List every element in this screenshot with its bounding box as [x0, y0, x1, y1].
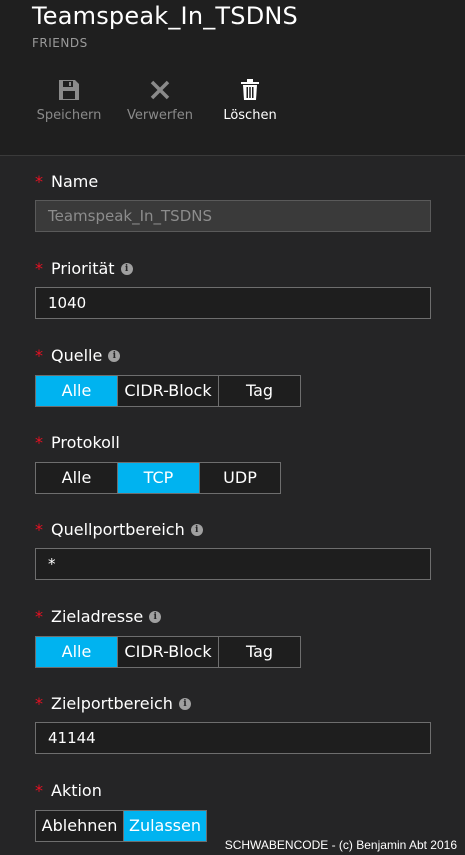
source-label: * Quelle i	[35, 346, 121, 365]
destination-label: * Zieladresse i	[35, 607, 162, 626]
required-marker: *	[35, 607, 43, 626]
delete-label: Löschen	[223, 108, 277, 123]
protocol-label: * Protokoll	[35, 433, 120, 452]
destination-option-all[interactable]: Alle	[36, 637, 118, 667]
source-port-range-label: * Quellportbereich i	[35, 520, 203, 539]
priority-label: * Priorität i	[35, 259, 133, 278]
protocol-option-tcp[interactable]: TCP	[118, 463, 200, 493]
priority-field[interactable]: 1040	[35, 287, 431, 319]
info-icon[interactable]: i	[190, 523, 203, 536]
destination-option-tag[interactable]: Tag	[219, 637, 300, 667]
protocol-label-text: Protokoll	[51, 433, 120, 452]
name-label: * Name	[35, 172, 98, 191]
info-icon[interactable]: i	[108, 349, 121, 362]
discard-label: Verwerfen	[126, 108, 193, 123]
blade-header: Teamspeak_In_TSDNS FRIENDS Speichern Ver…	[0, 0, 465, 156]
action-label-text: Aktion	[51, 781, 102, 800]
destination-port-range-label-text: Zielportbereich	[51, 694, 173, 713]
destination-option-cidr-block[interactable]: CIDR-Block	[118, 637, 219, 667]
delete-button[interactable]: Löschen	[220, 76, 280, 123]
required-marker: *	[35, 346, 43, 365]
save-label: Speichern	[36, 108, 102, 123]
info-icon[interactable]: i	[149, 610, 162, 623]
priority-label-text: Priorität	[51, 259, 115, 278]
required-marker: *	[35, 259, 43, 278]
source-option-all[interactable]: Alle	[36, 376, 118, 406]
destination-port-range-label: * Zielportbereich i	[35, 694, 191, 713]
page-title: Teamspeak_In_TSDNS	[32, 2, 298, 30]
action-selector: Ablehnen Zulassen	[35, 810, 207, 842]
source-selector: Alle CIDR-Block Tag	[35, 375, 301, 407]
action-label: * Aktion	[35, 781, 102, 800]
protocol-option-all[interactable]: Alle	[36, 463, 118, 493]
required-marker: *	[35, 433, 43, 452]
floppy-disk-icon	[59, 80, 79, 100]
name-label-text: Name	[51, 172, 99, 191]
info-icon[interactable]: i	[178, 697, 191, 710]
required-marker: *	[35, 694, 43, 713]
protocol-selector: Alle TCP UDP	[35, 462, 281, 494]
x-icon	[150, 80, 170, 100]
required-marker: *	[35, 781, 43, 800]
source-option-cidr-block[interactable]: CIDR-Block	[118, 376, 219, 406]
destination-port-range-field[interactable]: 41144	[35, 722, 431, 754]
source-label-text: Quelle	[51, 346, 103, 365]
trash-icon	[241, 79, 259, 100]
copyright-text: SCHWABENCODE - (c) Benjamin Abt 2016	[224, 838, 457, 852]
source-option-tag[interactable]: Tag	[219, 376, 300, 406]
required-marker: *	[35, 520, 43, 539]
action-option-deny[interactable]: Ablehnen	[36, 811, 124, 841]
info-icon[interactable]: i	[120, 262, 133, 275]
destination-selector: Alle CIDR-Block Tag	[35, 636, 301, 668]
discard-button[interactable]: Verwerfen	[124, 76, 196, 123]
source-port-range-label-text: Quellportbereich	[51, 520, 185, 539]
protocol-option-udp[interactable]: UDP	[200, 463, 280, 493]
action-option-allow[interactable]: Zulassen	[124, 811, 206, 841]
name-field[interactable]: Teamspeak_In_TSDNS	[35, 200, 431, 232]
save-button[interactable]: Speichern	[36, 76, 102, 123]
source-port-range-field[interactable]: *	[35, 548, 431, 580]
required-marker: *	[35, 172, 43, 191]
destination-label-text: Zieladresse	[51, 607, 144, 626]
page-subtitle: FRIENDS	[32, 36, 88, 50]
